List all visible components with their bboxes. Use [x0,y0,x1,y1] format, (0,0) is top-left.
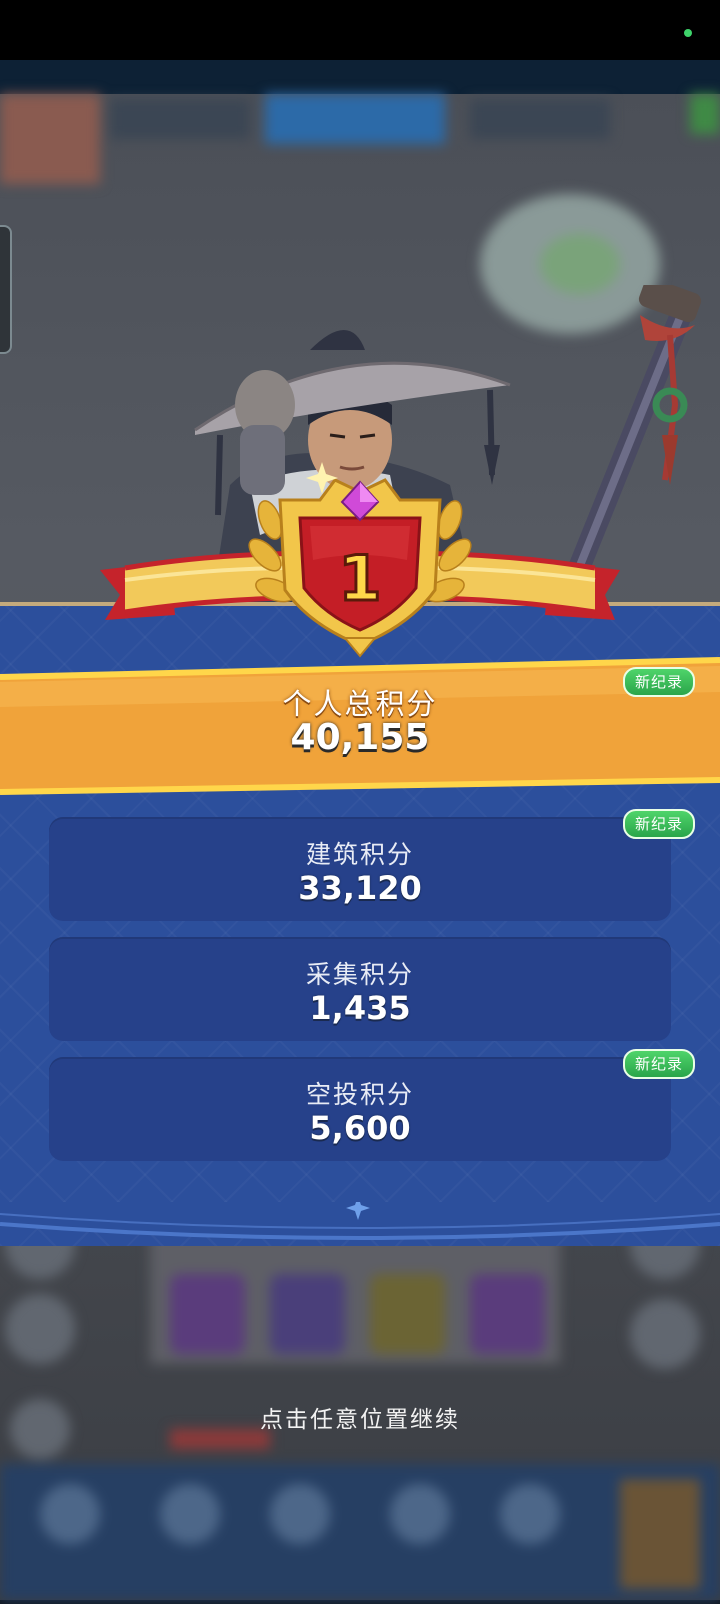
building-score-box: 建筑积分 33,120 [49,817,671,921]
gathering-score-value: 1,435 [309,989,411,1027]
game-top-bar [0,60,720,94]
building-new-record-badge: 新纪录 [623,809,695,839]
airdrop-new-record-badge: 新纪录 [623,1049,695,1079]
rank-trophy-icon: 1 [248,462,472,658]
panel-bottom-edge [0,1202,720,1240]
total-score-value: 40,155 [290,717,430,758]
building-score-value: 33,120 [298,869,422,907]
score-panel: 个人总积分 40,155 新纪录 建筑积分 33,120 新纪录 采集积分 1,… [0,602,720,1257]
building-score-label: 建筑积分 [305,840,414,869]
tap-to-continue-hint[interactable]: 点击任意位置继续 [0,1400,720,1434]
airdrop-score-value: 5,600 [309,1109,411,1147]
status-bar [0,0,720,60]
gathering-score-box: 采集积分 1,435 [49,937,671,1041]
camera-indicator-dot [684,29,692,37]
rank-number: 1 [338,542,381,615]
airdrop-score-label: 空投积分 [305,1080,414,1109]
side-drawer-handle[interactable] [0,225,12,354]
airdrop-score-box: 空投积分 5,600 [49,1057,671,1161]
total-new-record-badge: 新纪录 [623,667,695,697]
gathering-score-label: 采集积分 [305,960,414,989]
